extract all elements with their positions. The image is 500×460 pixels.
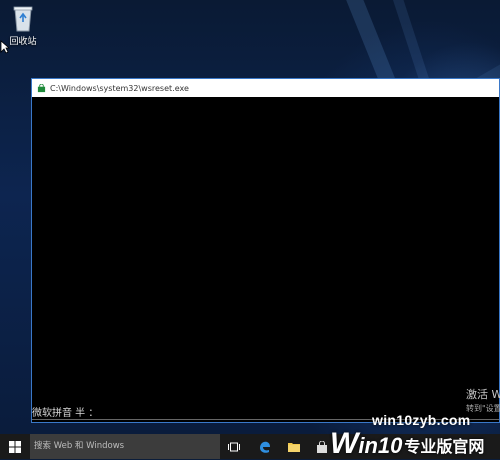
- activation-line1: 激活 W: [466, 388, 500, 401]
- watermark-brand-w: W: [330, 427, 359, 460]
- search-box[interactable]: 搜索 Web 和 Windows: [30, 434, 220, 459]
- search-placeholder: 搜索 Web 和 Windows: [34, 441, 125, 451]
- console-titlebar[interactable]: C:\Windows\system32\wsreset.exe: [32, 79, 499, 97]
- store-icon: [317, 440, 327, 453]
- edge-button[interactable]: [253, 434, 277, 459]
- task-view-icon: [228, 442, 240, 451]
- store-app-icon: [37, 83, 46, 92]
- task-view-button[interactable]: [222, 434, 246, 459]
- start-button[interactable]: [0, 434, 30, 459]
- recycle-bin-icon: [13, 6, 33, 32]
- activation-notice: 激活 W 转到"设置: [466, 388, 500, 416]
- folder-icon: [288, 442, 300, 452]
- watermark-brand-cn: 专业版官网: [404, 439, 485, 456]
- watermark-site: win10zyb.com: [372, 412, 471, 428]
- desktop: 回收站 C:\Windows\system32\wsreset.exe 微软拼音…: [0, 0, 500, 434]
- activation-line2: 转到"设置: [466, 404, 500, 413]
- console-title: C:\Windows\system32\wsreset.exe: [50, 83, 189, 93]
- watermark-brand: W in10 专业版官网: [330, 429, 484, 459]
- file-explorer-button[interactable]: [282, 434, 306, 459]
- ime-status: 微软拼音 半 ：: [32, 408, 99, 419]
- mouse-cursor-icon: [0, 40, 10, 54]
- watermark-brand-in10: in10: [358, 433, 403, 458]
- edge-icon: [260, 441, 270, 453]
- console-window[interactable]: C:\Windows\system32\wsreset.exe 微软拼音 半 ：: [31, 78, 500, 423]
- windows-logo-icon: [9, 440, 21, 453]
